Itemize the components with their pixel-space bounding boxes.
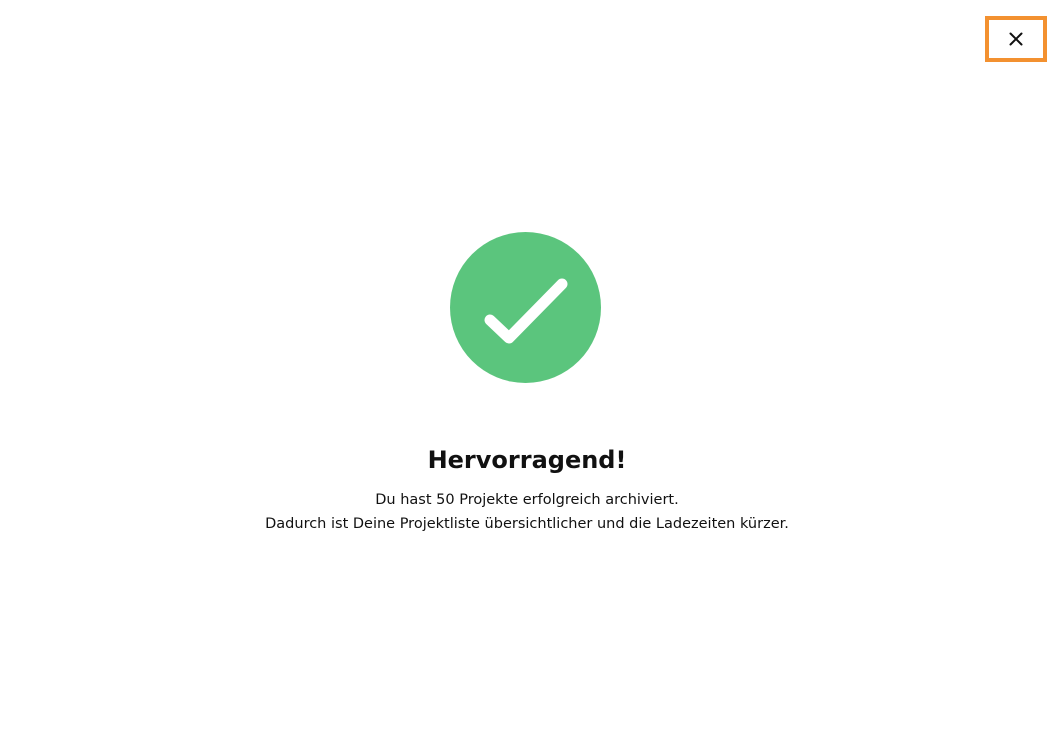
checkmark-icon [484, 278, 568, 344]
close-button[interactable] [985, 16, 1047, 62]
success-title: Hervorragend! [427, 446, 627, 474]
close-icon [1009, 32, 1023, 46]
success-checkmark-badge [450, 232, 601, 383]
success-dialog: Hervorragend! Du hast 50 Projekte erfolg… [0, 0, 1054, 754]
success-message: Du hast 50 Projekte erfolgreich archivie… [0, 488, 1054, 536]
success-message-line-2: Dadurch ist Deine Projektliste übersicht… [265, 516, 789, 532]
success-message-line-1: Du hast 50 Projekte erfolgreich archivie… [375, 492, 679, 508]
